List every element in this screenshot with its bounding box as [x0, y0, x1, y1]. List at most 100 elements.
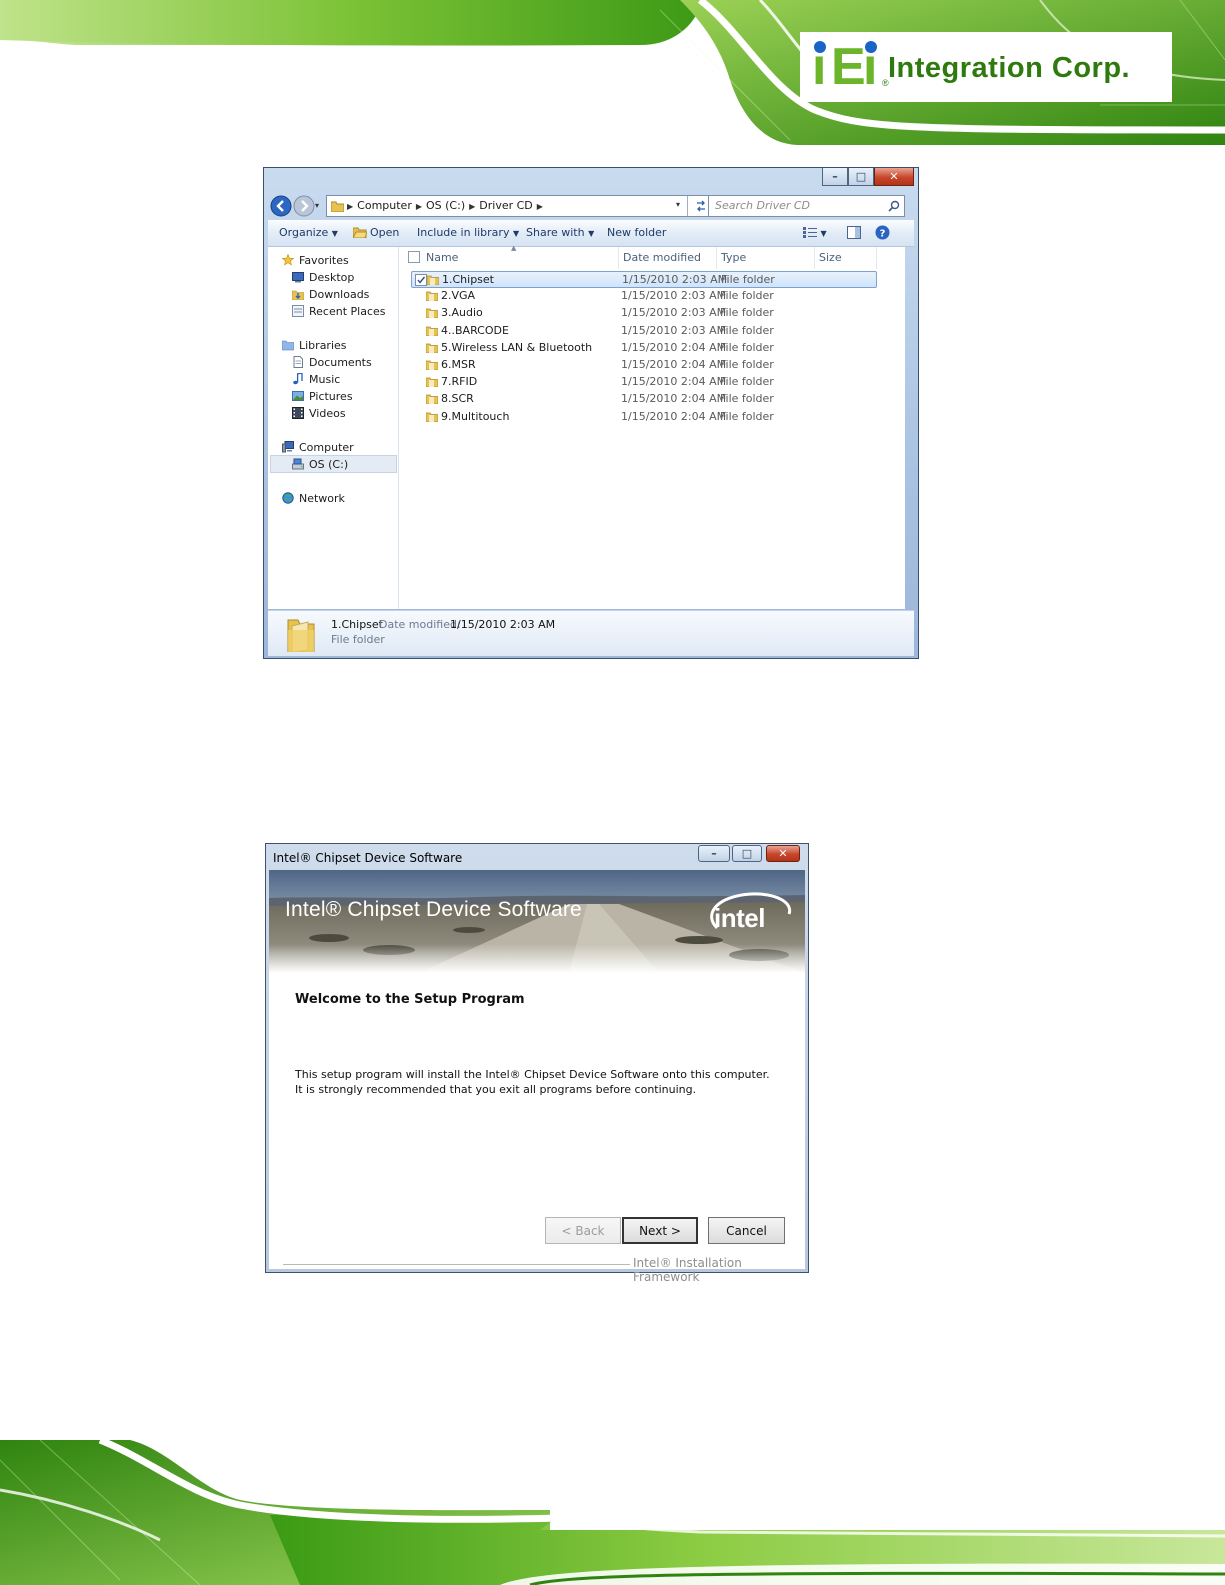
- nav-os-c[interactable]: OS (C:): [292, 458, 348, 471]
- intel-logo-text: intel: [714, 903, 765, 933]
- installer-window: Intel® Chipset Device Software – □ ✕ Int…: [265, 843, 809, 1284]
- close-icon: ✕: [889, 170, 899, 183]
- file-date: 1/15/2010 2:03 AM: [621, 306, 727, 320]
- file-type: File folder: [720, 409, 774, 423]
- installer-banner: Intel® Chipset Device Software intel: [269, 870, 805, 973]
- file-row[interactable]: 9.Multitouch 1/15/2010 2:04 AM File folder: [411, 409, 877, 426]
- file-row[interactable]: 4..BARCODE 1/15/2010 2:03 AM File folder: [411, 323, 877, 340]
- details-type: File folder: [331, 633, 385, 646]
- nav-computer[interactable]: Computer: [282, 441, 354, 454]
- file-name: 8.SCR: [441, 392, 474, 406]
- column-divider[interactable]: [716, 247, 717, 269]
- maximize-icon: □: [741, 847, 753, 860]
- nav-label: Libraries: [299, 339, 347, 352]
- maximize-button[interactable]: □: [848, 168, 874, 186]
- column-name[interactable]: Name: [426, 251, 458, 264]
- back-button[interactable]: [270, 195, 292, 217]
- computer-icon: [282, 441, 294, 453]
- star-icon: [282, 254, 294, 266]
- select-all-checkbox[interactable]: [408, 251, 420, 263]
- open-folder-icon: [353, 227, 367, 238]
- recent-pages-chevron-icon[interactable]: ▾: [315, 201, 319, 210]
- column-divider[interactable]: [814, 247, 815, 269]
- installer-window-title: Intel® Chipset Device Software: [273, 851, 463, 865]
- iei-logo: i E i ® Integration Corp.: [812, 38, 1172, 98]
- file-list-pane: Name ▲ Date modified Type Size 1.Chipset…: [399, 244, 905, 609]
- nav-label: Computer: [299, 441, 354, 454]
- column-size[interactable]: Size: [819, 251, 842, 264]
- nav-downloads[interactable]: Downloads: [292, 288, 369, 301]
- navigation-pane: Favorites Desktop Downloads Recent Place…: [268, 247, 399, 609]
- change-view-button[interactable]: ▼: [803, 226, 827, 239]
- back-button[interactable]: < Back: [545, 1217, 621, 1244]
- folder-icon: [426, 326, 438, 336]
- file-name: 3.Audio: [441, 306, 483, 320]
- nav-libraries[interactable]: Libraries: [282, 339, 347, 352]
- nav-pictures[interactable]: Pictures: [292, 390, 353, 403]
- file-date: 1/15/2010 2:04 AM: [621, 358, 727, 371]
- minimize-button[interactable]: –: [822, 168, 848, 186]
- help-icon: ?: [875, 225, 890, 240]
- file-type: File folder: [720, 306, 774, 320]
- close-button[interactable]: ✕: [874, 168, 914, 186]
- open-label: Open: [370, 226, 400, 239]
- file-row[interactable]: 7.RFID 1/15/2010 2:04 AM File folder: [411, 374, 877, 391]
- installer-close-button[interactable]: ✕: [766, 845, 800, 862]
- banner-title: Intel® Chipset Device Software: [285, 898, 582, 921]
- include-label: Include in library: [417, 226, 510, 239]
- organize-button[interactable]: Organize ▼: [279, 226, 338, 239]
- file-date: 1/15/2010 2:03 AM: [621, 323, 727, 337]
- installer-minimize-button[interactable]: –: [698, 845, 730, 862]
- breadcrumb-computer[interactable]: Computer: [357, 199, 412, 212]
- share-with-button[interactable]: Share with ▼: [526, 226, 594, 239]
- organize-label: Organize: [279, 226, 329, 239]
- nav-music[interactable]: Music: [292, 373, 340, 386]
- new-folder-button[interactable]: New folder: [607, 226, 666, 239]
- setup-description: This setup program will install the Inte…: [295, 1068, 770, 1096]
- search-input[interactable]: Search Driver CD: [715, 199, 810, 212]
- nav-label: Recent Places: [309, 305, 386, 318]
- next-button[interactable]: Next >: [622, 1217, 698, 1244]
- pictures-icon: [292, 391, 304, 401]
- nav-desktop[interactable]: Desktop: [292, 271, 354, 284]
- forward-button[interactable]: [293, 195, 315, 217]
- open-button[interactable]: Open: [353, 226, 399, 239]
- column-divider[interactable]: [618, 247, 619, 269]
- file-date: 1/15/2010 2:04 AM: [621, 375, 727, 389]
- nav-network[interactable]: Network: [282, 492, 345, 505]
- address-bar[interactable]: ▶ Computer ▶ OS (C:) ▶ Driver CD ▶ ▾: [326, 195, 714, 217]
- file-row[interactable]: 1.Chipset 1/15/2010 2:03 AM File folder: [411, 271, 877, 288]
- file-type: File folder: [720, 375, 774, 389]
- desktop-icon: [292, 272, 304, 283]
- file-row[interactable]: 8.SCR 1/15/2010 2:04 AM File folder: [411, 391, 877, 408]
- nav-favorites[interactable]: Favorites: [282, 254, 349, 267]
- details-pane: 1.Chipset Date modified: 1/15/2010 2:03 …: [268, 610, 914, 656]
- row-checkbox[interactable]: [415, 274, 427, 286]
- file-row[interactable]: 3.Audio 1/15/2010 2:03 AM File folder: [411, 305, 877, 322]
- downloads-icon: [292, 290, 304, 300]
- nav-recent-places[interactable]: Recent Places: [292, 305, 386, 318]
- file-date: 1/15/2010 2:03 AM: [621, 289, 727, 303]
- installer-body: Welcome to the Setup Program This setup …: [269, 973, 805, 1284]
- file-type: File folder: [720, 289, 774, 303]
- column-date-modified[interactable]: Date modified: [623, 251, 701, 264]
- file-type: File folder: [720, 323, 774, 337]
- cancel-button[interactable]: Cancel: [708, 1217, 785, 1244]
- nav-documents[interactable]: Documents: [292, 356, 372, 369]
- file-row[interactable]: 2.VGA 1/15/2010 2:03 AM File folder: [411, 288, 877, 305]
- nav-videos[interactable]: Videos: [292, 407, 346, 420]
- search-box[interactable]: Search Driver CD: [708, 195, 905, 217]
- column-type[interactable]: Type: [721, 251, 746, 264]
- installer-maximize-button[interactable]: □: [732, 845, 762, 862]
- address-dropdown-chevron-icon[interactable]: ▾: [676, 200, 680, 209]
- help-button[interactable]: ?: [875, 225, 890, 240]
- preview-pane-button[interactable]: [847, 226, 861, 239]
- minimize-icon: –: [832, 170, 838, 183]
- column-divider[interactable]: [876, 247, 877, 269]
- breadcrumb-driver-cd[interactable]: Driver CD: [479, 199, 533, 212]
- breadcrumb-os-c[interactable]: OS (C:): [426, 199, 465, 212]
- include-in-library-button[interactable]: Include in library ▼: [417, 226, 519, 239]
- chevron-down-icon: ▼: [512, 229, 520, 238]
- file-row[interactable]: 5.Wireless LAN & Bluetooth 1/15/2010 2:04…: [411, 340, 877, 357]
- file-row[interactable]: 6.MSR 1/15/2010 2:04 AM File folder: [411, 357, 877, 374]
